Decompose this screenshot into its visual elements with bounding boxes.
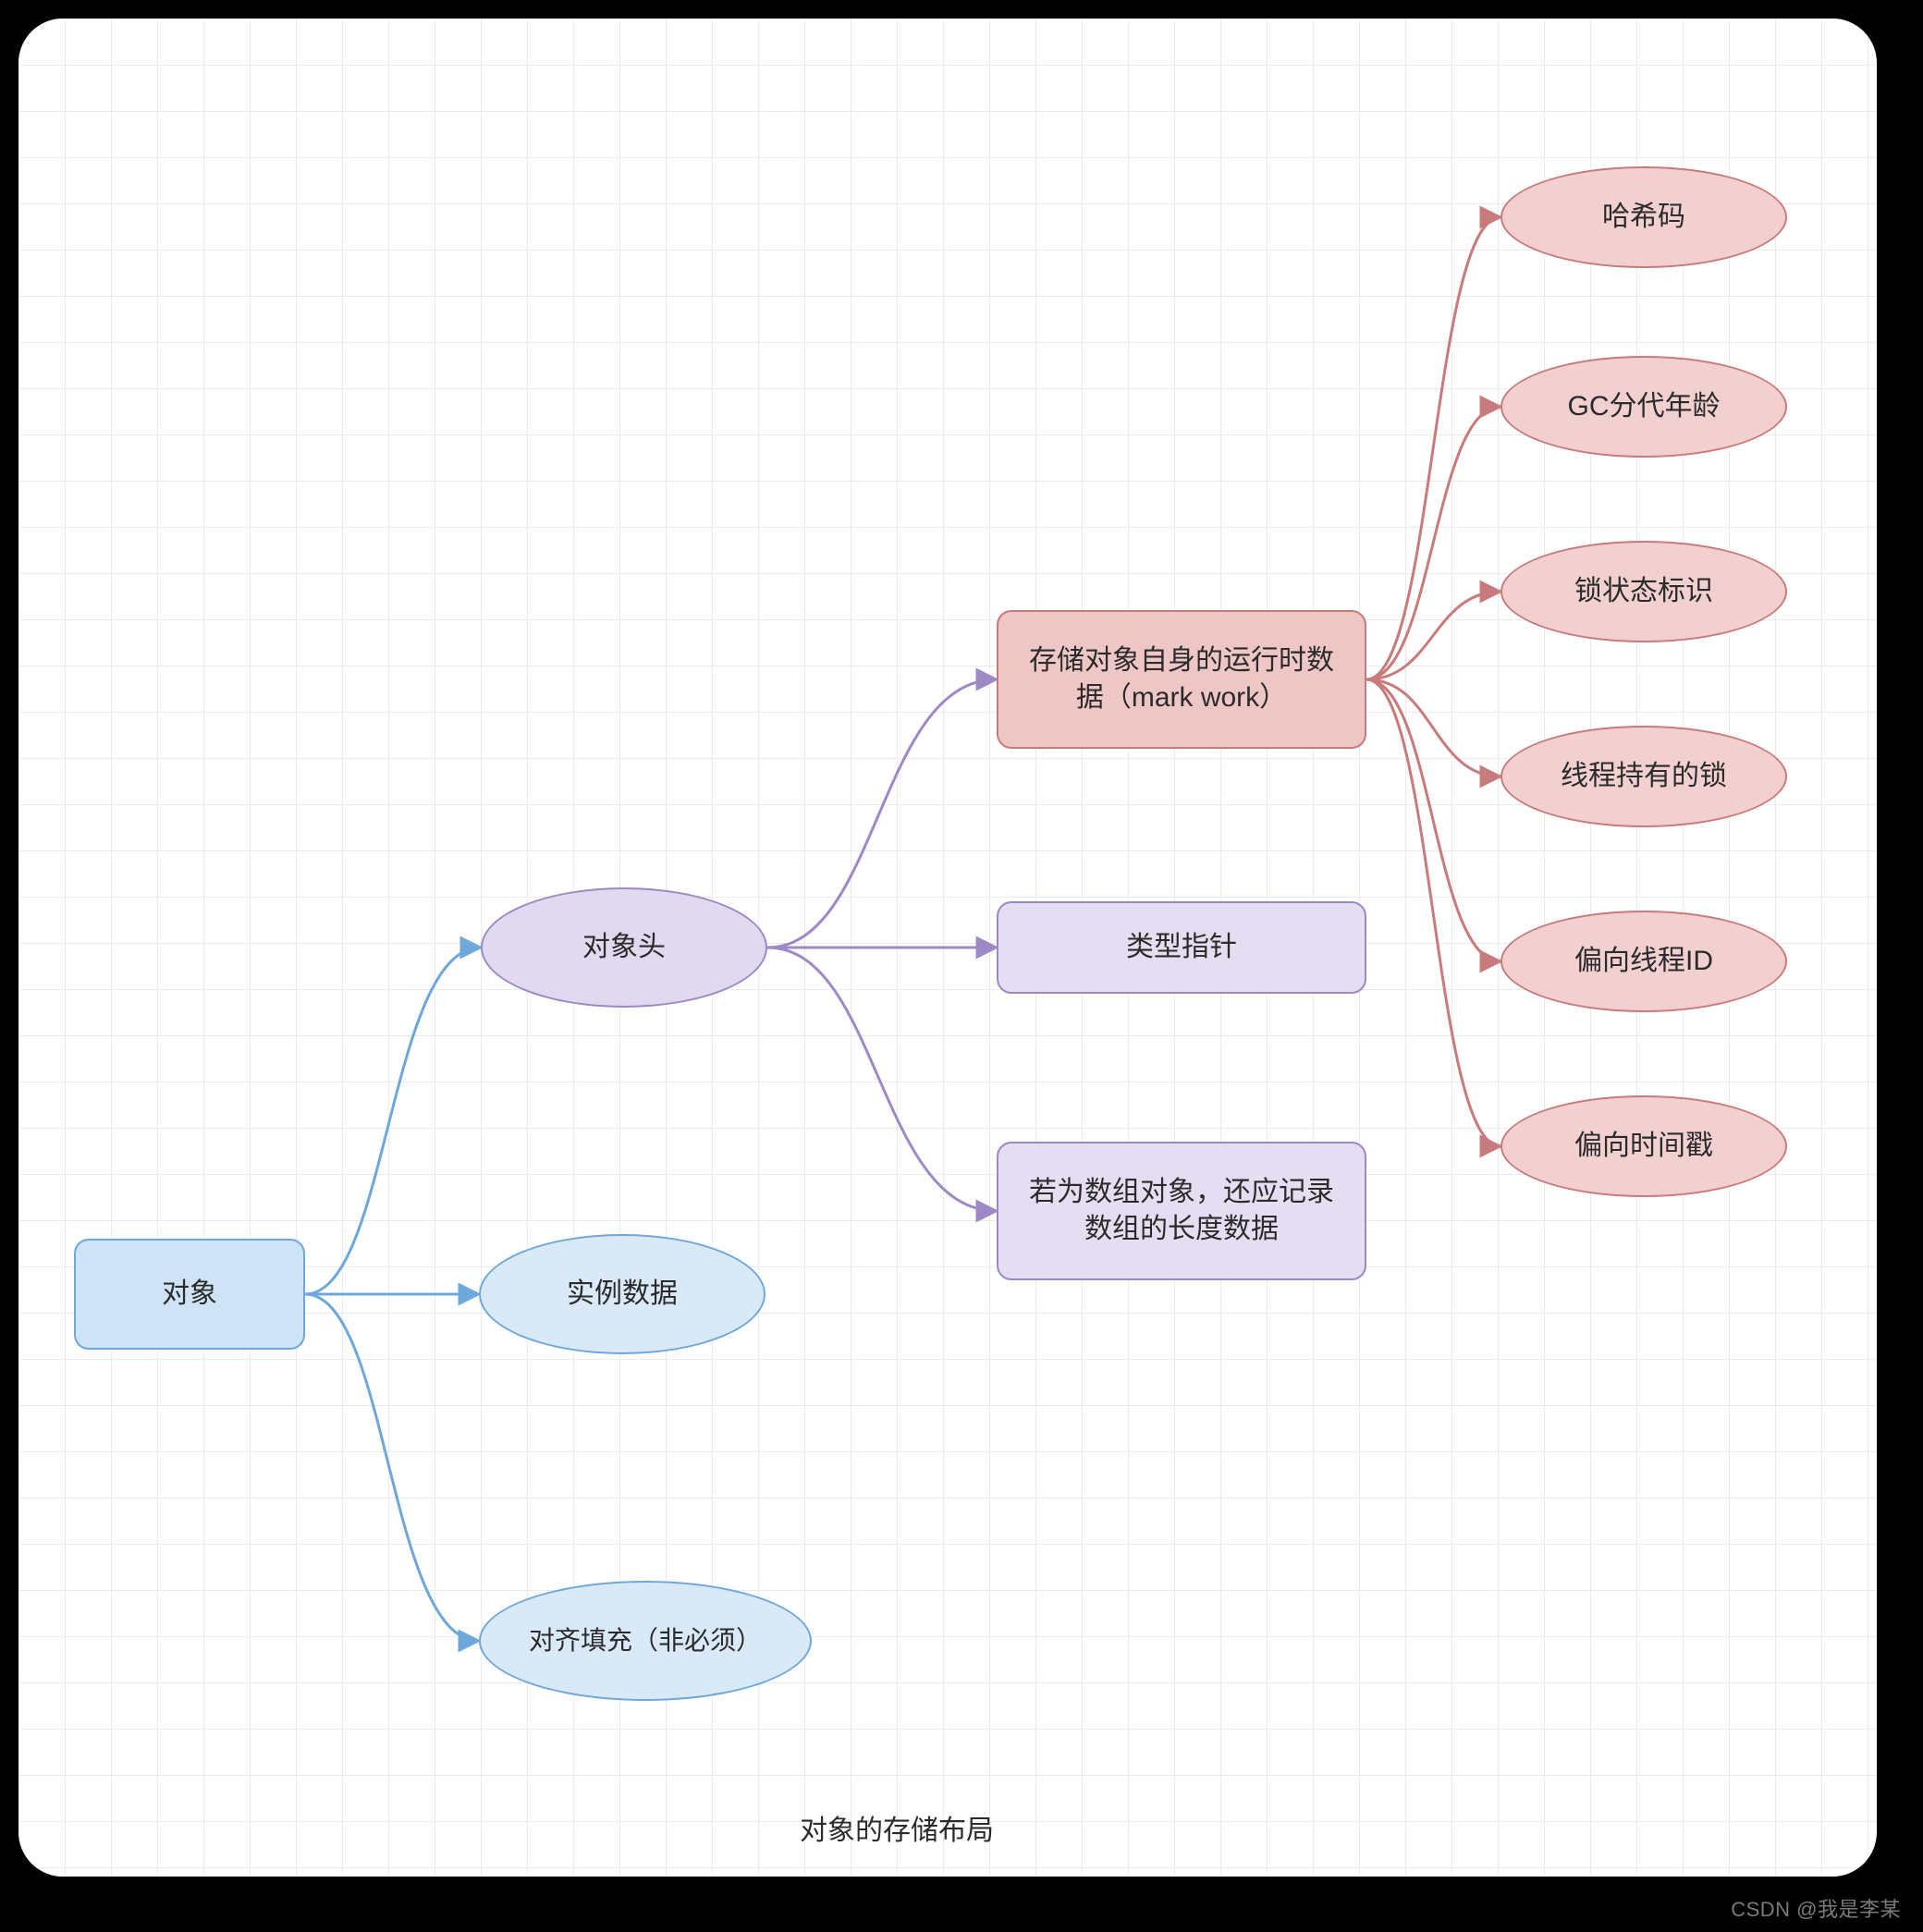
node-root: 对象 [74, 1239, 305, 1350]
node-header: 对象头 [481, 887, 767, 1008]
node-heldlock: 线程持有的锁 [1500, 726, 1787, 827]
diagram-caption: 对象的存储布局 [800, 1807, 994, 1848]
node-biasid: 偏向线程ID [1500, 911, 1787, 1012]
node-klass: 类型指针 [997, 901, 1366, 994]
node-hash: 哈希码 [1500, 166, 1787, 268]
node-lockflag: 锁状态标识 [1500, 541, 1787, 642]
watermark: CSDN @我是李某 [1731, 1893, 1901, 1923]
node-biastime: 偏向时间戳 [1500, 1095, 1787, 1197]
node-markword: 存储对象自身的运行时数据（mark work） [997, 610, 1366, 749]
diagram-frame: 对象 对象头 实例数据 对齐填充（非必须） 存储对象自身的运行时数据（mark … [18, 18, 1877, 1877]
node-arraylen: 若为数组对象，还应记录数组的长度数据 [997, 1142, 1366, 1280]
node-instance: 实例数据 [479, 1234, 766, 1354]
node-age: GC分代年龄 [1500, 356, 1787, 458]
node-padding: 对齐填充（非必须） [479, 1581, 812, 1701]
